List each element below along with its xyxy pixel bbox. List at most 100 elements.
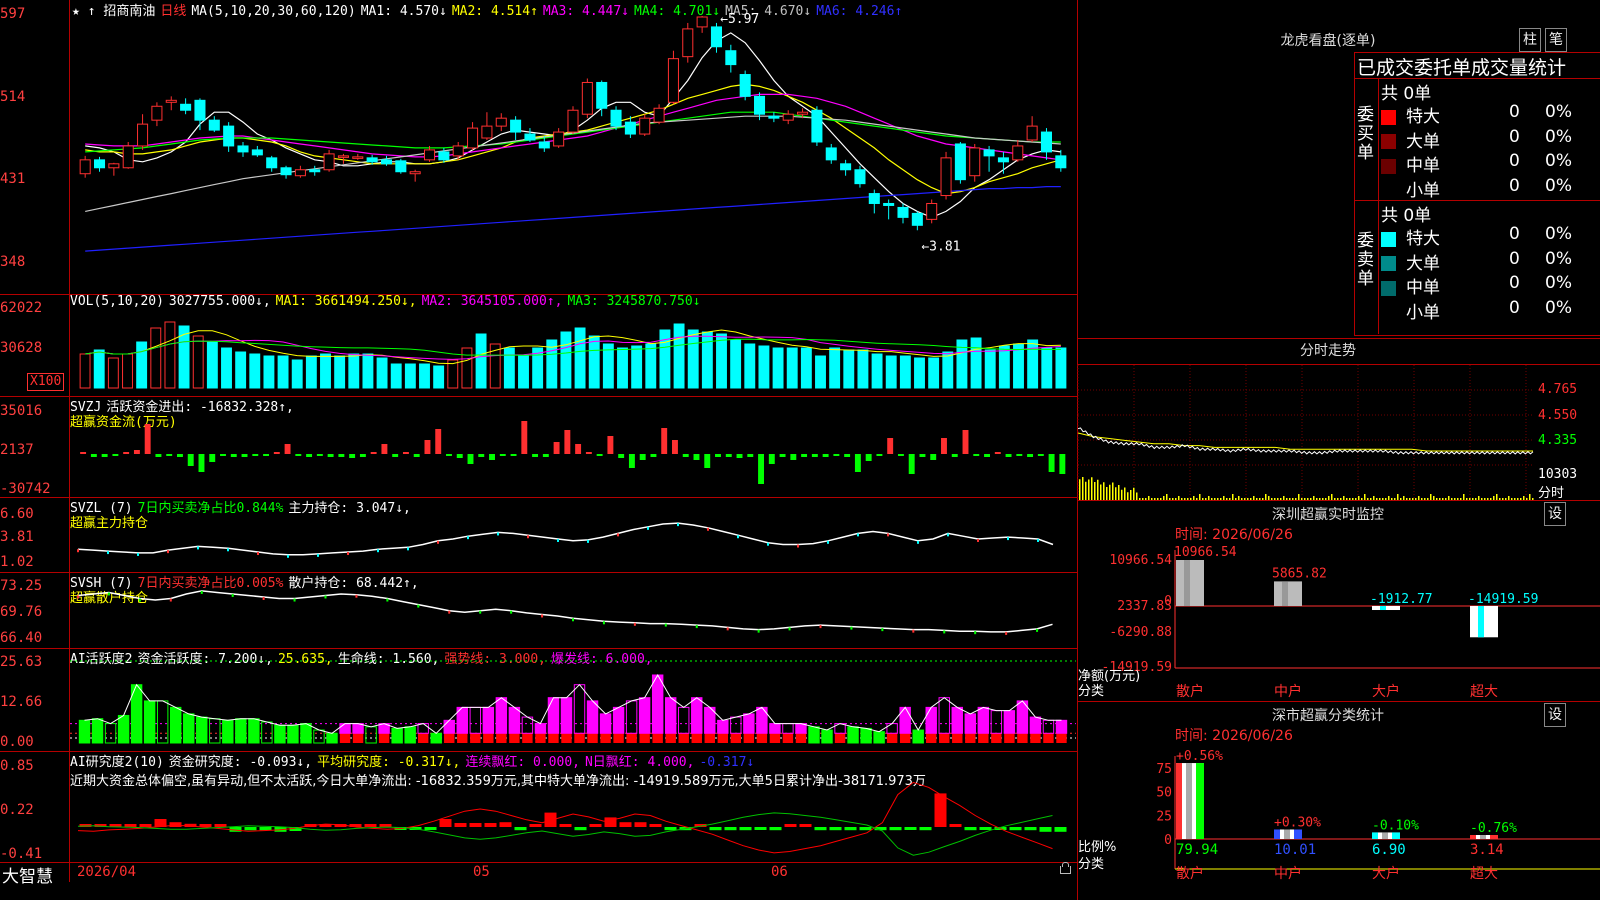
flow-bar[interactable] bbox=[585, 452, 592, 454]
active-bar[interactable] bbox=[1004, 733, 1015, 743]
active-bar[interactable] bbox=[612, 706, 625, 734]
vol-bar[interactable] bbox=[588, 335, 600, 389]
candle-body[interactable] bbox=[510, 119, 522, 133]
flow-bar[interactable] bbox=[532, 454, 539, 457]
active-bar[interactable] bbox=[561, 733, 572, 743]
candle-body[interactable] bbox=[639, 117, 651, 135]
active-bar[interactable] bbox=[391, 727, 403, 744]
vol-bar[interactable] bbox=[419, 363, 430, 389]
active-bar[interactable] bbox=[222, 719, 234, 744]
vol-bar[interactable] bbox=[772, 347, 784, 389]
flow-bar[interactable] bbox=[715, 454, 721, 457]
active-bar[interactable] bbox=[925, 706, 937, 734]
candle-body[interactable] bbox=[1055, 155, 1067, 169]
active-bar[interactable] bbox=[782, 733, 794, 743]
vol-bar[interactable] bbox=[1055, 347, 1067, 389]
candle-body[interactable] bbox=[223, 125, 235, 147]
active-bar[interactable] bbox=[1017, 733, 1028, 743]
candle-body[interactable] bbox=[739, 74, 751, 97]
net-bar[interactable] bbox=[1470, 606, 1498, 638]
active-bar[interactable] bbox=[847, 726, 859, 744]
vol-bar[interactable] bbox=[150, 327, 162, 389]
vol-bar[interactable] bbox=[277, 355, 289, 389]
active-bar[interactable] bbox=[743, 733, 755, 743]
candle-body[interactable] bbox=[337, 155, 349, 158]
candle-body[interactable] bbox=[667, 58, 679, 103]
svsh-plot[interactable] bbox=[70, 572, 1076, 648]
active-bar[interactable] bbox=[261, 721, 273, 744]
flow-bar[interactable] bbox=[973, 454, 980, 456]
candle-body[interactable] bbox=[624, 121, 636, 135]
svzl-plot[interactable] bbox=[70, 497, 1076, 572]
flow-bar[interactable] bbox=[747, 454, 754, 457]
active-bar[interactable] bbox=[665, 733, 676, 743]
flow-bar[interactable] bbox=[198, 454, 205, 472]
research-bar[interactable] bbox=[1039, 827, 1052, 832]
flow-bar[interactable] bbox=[1027, 454, 1034, 457]
flow-bar[interactable] bbox=[596, 454, 603, 456]
svzj-plot[interactable] bbox=[70, 396, 1076, 497]
flow-bar[interactable] bbox=[273, 452, 280, 454]
vol-bar[interactable] bbox=[843, 349, 855, 389]
candle-body[interactable] bbox=[380, 159, 392, 165]
active-bar[interactable] bbox=[978, 733, 989, 743]
active-bar[interactable] bbox=[548, 733, 559, 743]
vol-bar[interactable] bbox=[1027, 339, 1039, 389]
flow-bar[interactable] bbox=[1005, 454, 1012, 457]
flow-bar[interactable] bbox=[618, 454, 625, 458]
flow-bar[interactable] bbox=[542, 454, 549, 457]
active-bar[interactable] bbox=[1029, 716, 1042, 734]
vol-bar[interactable] bbox=[885, 355, 897, 389]
active-bar[interactable] bbox=[808, 726, 820, 744]
active-bar[interactable] bbox=[522, 733, 533, 743]
research-bar[interactable] bbox=[889, 827, 902, 831]
flow-bar[interactable] bbox=[112, 454, 119, 456]
intraday-plot[interactable] bbox=[1077, 365, 1534, 500]
research-bar[interactable] bbox=[934, 793, 947, 827]
flow-bar[interactable] bbox=[166, 454, 173, 456]
active-bar[interactable] bbox=[769, 733, 781, 743]
vol-bar[interactable] bbox=[192, 335, 204, 389]
flow-bar[interactable] bbox=[456, 454, 463, 458]
vol-bar[interactable] bbox=[602, 343, 614, 389]
flow-bar[interactable] bbox=[994, 452, 1001, 454]
candle-body[interactable] bbox=[710, 26, 723, 48]
active-bar[interactable] bbox=[339, 733, 351, 743]
vol-bar[interactable] bbox=[998, 345, 1010, 389]
candle-body[interactable] bbox=[610, 109, 622, 127]
flow-bar[interactable] bbox=[359, 454, 366, 457]
active-bar[interactable] bbox=[573, 684, 586, 734]
active-bar[interactable] bbox=[457, 733, 468, 743]
vol-bar[interactable] bbox=[928, 357, 940, 389]
active-bar[interactable] bbox=[717, 733, 729, 743]
bar-mode-button[interactable]: 柱 bbox=[1519, 28, 1541, 52]
active-bar[interactable] bbox=[977, 706, 990, 734]
flow-bar[interactable] bbox=[758, 454, 765, 484]
vol-bar[interactable] bbox=[334, 355, 346, 389]
flow-bar[interactable] bbox=[930, 454, 937, 460]
vol-bar[interactable] bbox=[93, 349, 105, 389]
active-bar[interactable] bbox=[691, 733, 702, 743]
flow-bar[interactable] bbox=[284, 444, 291, 454]
active-bar[interactable] bbox=[873, 731, 885, 744]
research-bar[interactable] bbox=[709, 827, 722, 831]
vol-bar[interactable] bbox=[503, 347, 515, 389]
vol-bar[interactable] bbox=[447, 359, 459, 389]
active-bar[interactable] bbox=[430, 732, 442, 744]
flow-bar[interactable] bbox=[155, 454, 162, 457]
active-bar[interactable] bbox=[782, 723, 794, 734]
vol-bar[interactable] bbox=[249, 353, 261, 389]
active-bar[interactable] bbox=[209, 718, 221, 744]
candle-body[interactable] bbox=[251, 149, 263, 156]
vol-bar[interactable] bbox=[899, 355, 911, 389]
flow-bar[interactable] bbox=[844, 454, 851, 457]
vol-bar[interactable] bbox=[136, 341, 148, 389]
flow-bar[interactable] bbox=[381, 444, 388, 454]
candle-body[interactable] bbox=[567, 109, 579, 133]
candle-body[interactable] bbox=[495, 117, 507, 127]
flow-bar[interactable] bbox=[370, 452, 377, 454]
flow-bar[interactable] bbox=[521, 421, 528, 454]
research-bar[interactable] bbox=[964, 827, 977, 831]
vol-bar[interactable] bbox=[1013, 343, 1024, 389]
active-bar[interactable] bbox=[417, 733, 429, 743]
